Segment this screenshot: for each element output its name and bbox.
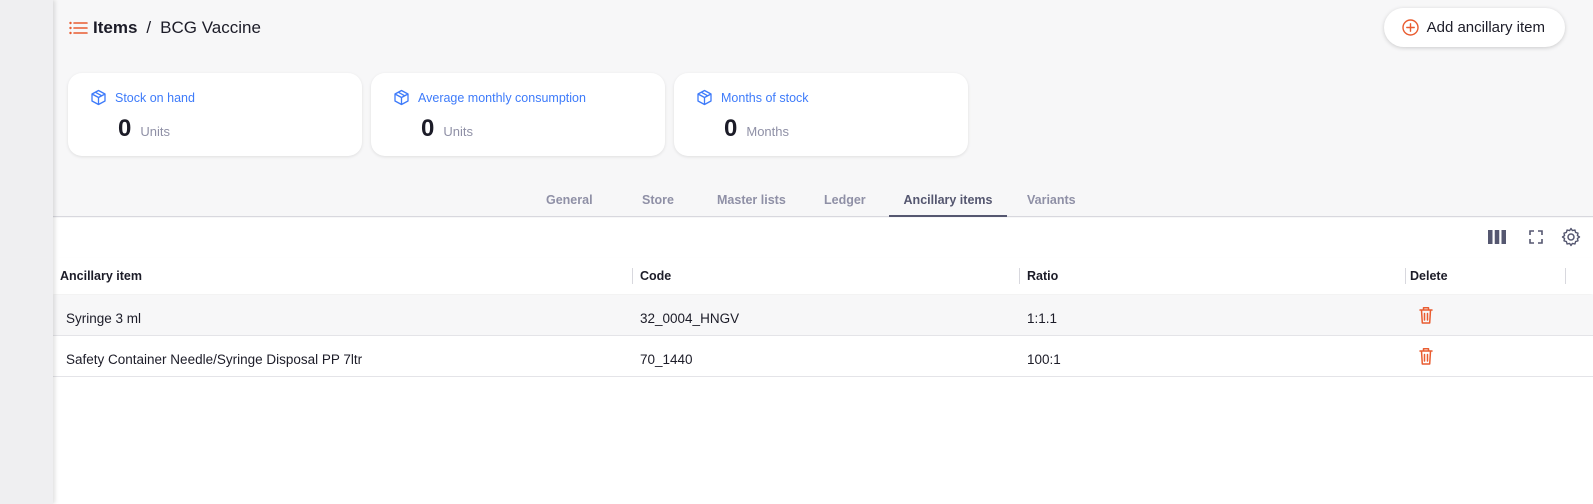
stat-unit: Units: [140, 124, 170, 139]
header: Items / BCG Vaccine Add ancillary item: [53, 0, 1593, 56]
stat-unit: Units: [443, 124, 473, 139]
ancillary-items-table: Ancillary item Code Ratio Delete Syringe…: [53, 218, 1593, 504]
column-divider[interactable]: [1019, 268, 1020, 284]
stat-card-average-monthly-consumption: Average monthly consumption 0 Units: [371, 73, 665, 156]
sidebar: [0, 0, 53, 504]
tab-variants[interactable]: Variants: [1027, 193, 1076, 217]
trash-icon[interactable]: [1417, 305, 1435, 325]
tab-ancillary-items[interactable]: Ancillary items: [889, 193, 1007, 217]
column-divider[interactable]: [632, 268, 633, 284]
add-ancillary-item-label: Add ancillary item: [1426, 19, 1545, 36]
stat-card-months-of-stock: Months of stock 0 Months: [674, 73, 968, 156]
box-icon: [90, 89, 107, 106]
breadcrumb-separator: /: [146, 18, 152, 37]
stat-card-stock-on-hand: Stock on hand 0 Units: [68, 73, 362, 156]
column-header-ratio[interactable]: Ratio: [1027, 258, 1058, 294]
column-header-code[interactable]: Code: [640, 258, 671, 294]
stat-value: 0: [724, 115, 738, 142]
trash-icon[interactable]: [1417, 346, 1435, 366]
gear-icon[interactable]: [1560, 226, 1582, 248]
plus-circle-icon: [1401, 19, 1419, 36]
fullscreen-icon[interactable]: [1525, 226, 1547, 248]
box-icon: [393, 89, 410, 106]
list-icon: [68, 19, 88, 37]
box-icon: [696, 89, 713, 106]
tab-general[interactable]: General: [546, 193, 593, 217]
stat-value: 0: [118, 115, 132, 142]
column-divider[interactable]: [1405, 268, 1406, 284]
breadcrumb: Items / BCG Vaccine: [68, 18, 261, 38]
breadcrumb-root[interactable]: Items: [93, 18, 137, 38]
tab-store[interactable]: Store: [642, 193, 674, 217]
cell-ancillary-item: Syringe 3 ml: [66, 311, 142, 326]
cell-code: 32_0004_HNGV: [640, 311, 740, 326]
column-divider[interactable]: [1565, 268, 1566, 284]
stat-label: Months of stock: [721, 90, 809, 105]
stat-value: 0: [421, 115, 435, 142]
stat-unit: Months: [746, 124, 789, 139]
cell-code: 70_1440: [640, 352, 693, 367]
column-header-ancillary-item[interactable]: Ancillary item: [60, 258, 142, 294]
breadcrumb-current: BCG Vaccine: [160, 18, 261, 37]
tab-bar: General Store Master lists Ledger Ancill…: [53, 185, 1593, 217]
stats-cards: Stock on hand 0 Units Average monthly co…: [68, 73, 968, 156]
table-row[interactable]: Safety Container Needle/Syringe Disposal…: [53, 336, 1593, 377]
table-row[interactable]: Syringe 3 ml 32_0004_HNGV 1:1.1: [53, 295, 1593, 336]
tab-master-lists[interactable]: Master lists: [717, 193, 786, 217]
column-header-delete[interactable]: Delete: [1410, 258, 1448, 294]
main-content: Items / BCG Vaccine Add ancillary item S…: [53, 0, 1593, 504]
columns-icon[interactable]: [1486, 226, 1508, 248]
stat-label: Stock on hand: [115, 90, 195, 105]
cell-ancillary-item: Safety Container Needle/Syringe Disposal…: [66, 352, 363, 367]
cell-ratio: 100:1: [1027, 352, 1061, 367]
stat-label: Average monthly consumption: [418, 90, 586, 105]
cell-ratio: 1:1.1: [1027, 311, 1058, 326]
table-header: Ancillary item Code Ratio Delete: [53, 258, 1593, 294]
tab-ledger[interactable]: Ledger: [824, 193, 866, 217]
add-ancillary-item-button[interactable]: Add ancillary item: [1383, 8, 1565, 47]
